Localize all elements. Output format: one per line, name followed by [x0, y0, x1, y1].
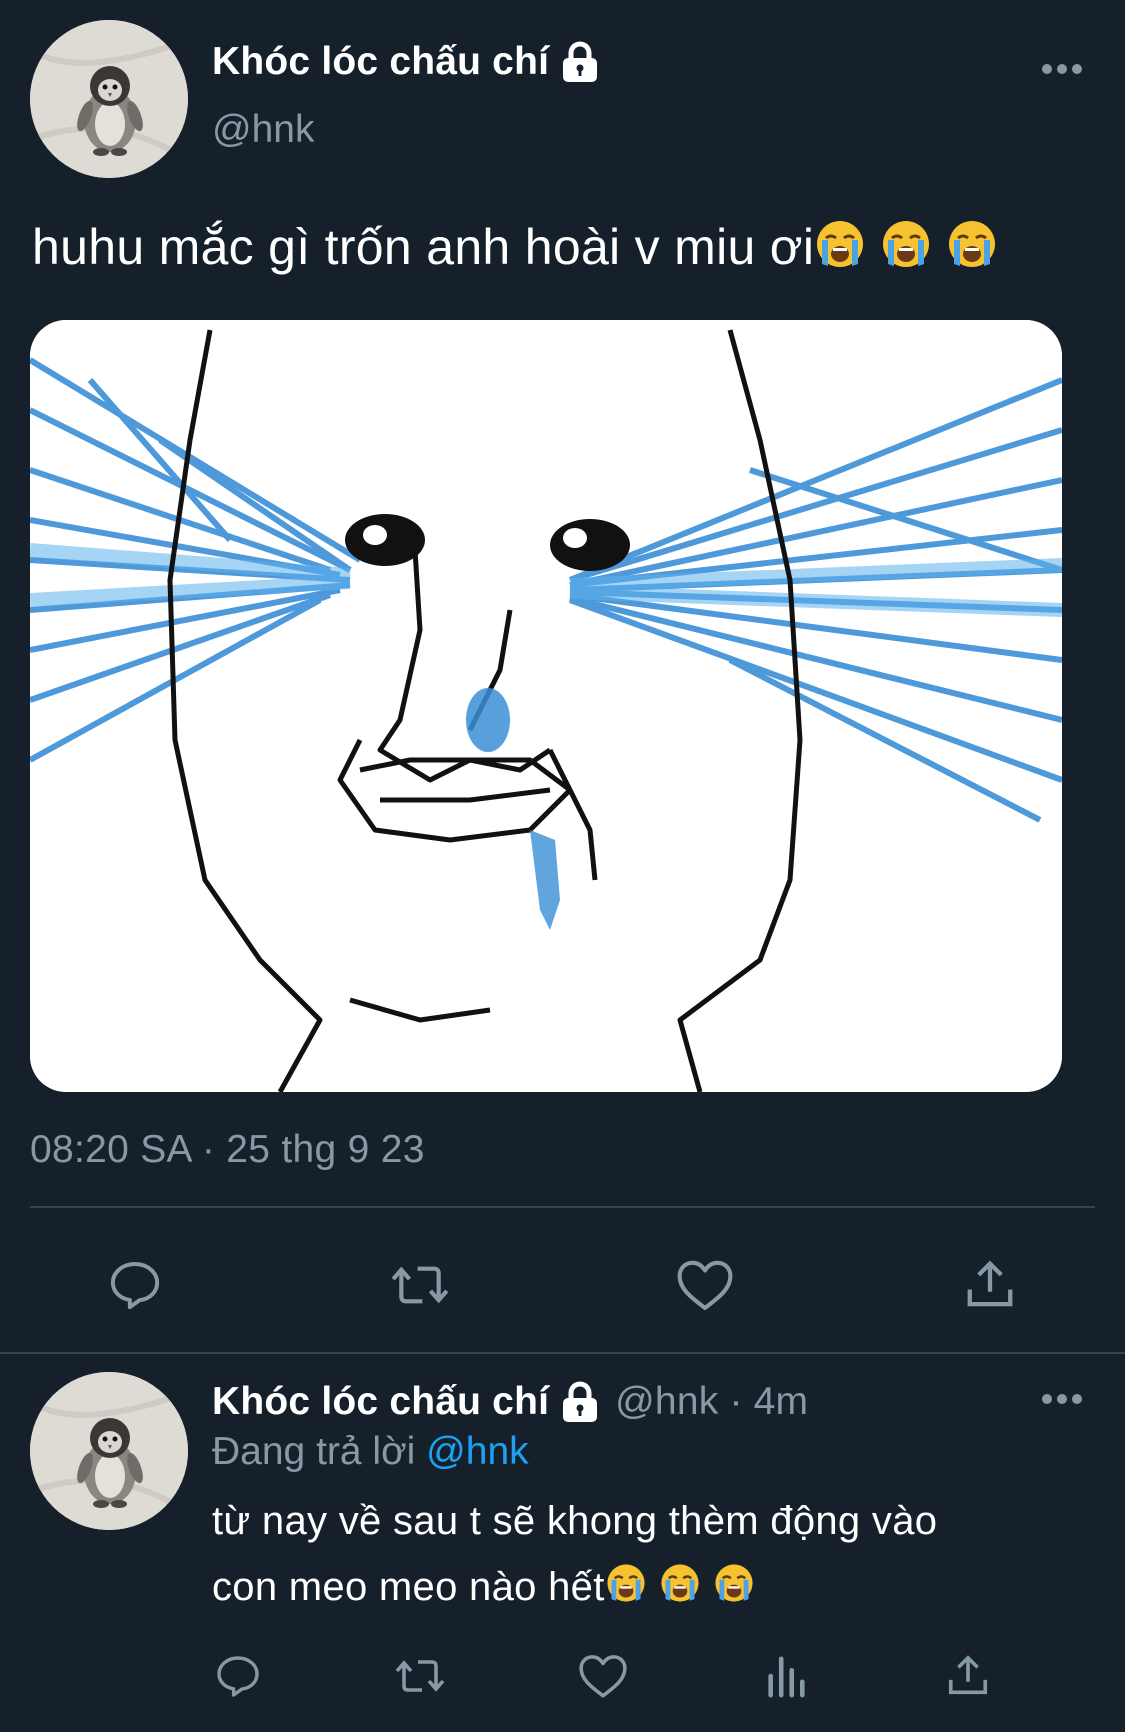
author-handle[interactable]: @hnk — [212, 108, 314, 152]
reply-icon — [110, 1262, 160, 1310]
more-horizontal-icon — [1042, 64, 1082, 74]
loudly-crying-face-icon — [607, 1564, 645, 1602]
reply-reply-button[interactable] — [210, 1648, 266, 1704]
lock-icon — [563, 1381, 598, 1422]
analytics-icon — [768, 1656, 805, 1698]
tweet-timestamp[interactable]: 08:20 SA · 25 thg 9 23 — [30, 1128, 425, 1172]
reply-analytics-button[interactable] — [758, 1648, 814, 1704]
replying-to: Đang trả lời @hnk — [212, 1430, 529, 1474]
divider — [0, 1352, 1125, 1354]
loudly-crying-face-icon — [883, 221, 930, 267]
loudly-crying-face-icon — [949, 221, 996, 267]
author-name[interactable]: Khóc lóc chấu chí — [212, 40, 599, 84]
heart-icon — [579, 1655, 627, 1698]
reply-text-line-2: con meo meo nào hết — [212, 1554, 937, 1620]
reply-text-line-2-content: con meo meo nào hết — [212, 1565, 605, 1609]
crying-face-meme-drawing — [30, 320, 1062, 1092]
retweet-icon — [395, 1660, 445, 1692]
reply-retweet-button[interactable] — [392, 1648, 448, 1704]
share-icon — [948, 1655, 988, 1695]
loudly-crying-face-icon — [715, 1564, 753, 1602]
penguin-plush-picture — [30, 20, 188, 178]
replying-to-label: Đang trả lời — [212, 1430, 416, 1473]
heart-icon — [677, 1260, 733, 1311]
author-name-text: Khóc lóc chấu chí — [212, 40, 550, 83]
more-options-button[interactable] — [1040, 62, 1084, 81]
replying-to-mention[interactable]: @hnk — [426, 1430, 528, 1473]
reply-handle-time[interactable]: @hnk · 4m — [615, 1380, 808, 1424]
share-icon — [967, 1260, 1013, 1307]
reply-author-line: Khóc lóc chấu chí @hnk · 4m — [212, 1380, 808, 1424]
reply-share-button[interactable] — [940, 1648, 996, 1704]
reply-icon — [217, 1656, 259, 1697]
reply-author-name[interactable]: Khóc lóc chấu chí — [212, 1380, 549, 1424]
divider — [30, 1206, 1095, 1208]
like-button[interactable] — [670, 1250, 740, 1320]
tweet-image[interactable] — [30, 320, 1062, 1092]
reply-like-button[interactable] — [575, 1648, 631, 1704]
reply-text: từ nay về sau t sẽ khong thèm động vào c… — [212, 1488, 937, 1620]
reply-button[interactable] — [100, 1250, 170, 1320]
reply-author-avatar[interactable] — [30, 1372, 188, 1530]
lock-icon — [563, 41, 598, 82]
loudly-crying-face-icon — [661, 1564, 699, 1602]
retweet-icon — [391, 1266, 449, 1304]
loudly-crying-face-icon — [817, 221, 864, 267]
author-avatar[interactable] — [30, 20, 188, 178]
penguin-plush-picture — [30, 1372, 188, 1530]
share-button[interactable] — [955, 1250, 1025, 1320]
tweet-text: huhu mắc gì trốn anh hoài v miu ơi — [32, 218, 998, 272]
retweet-button[interactable] — [385, 1250, 455, 1320]
more-horizontal-icon — [1042, 1394, 1082, 1404]
reply-text-line-1: từ nay về sau t sẽ khong thèm động vào — [212, 1499, 938, 1543]
reply-more-options-button[interactable] — [1040, 1392, 1084, 1411]
tweet-text-content: huhu mắc gì trốn anh hoài v miu ơi — [32, 219, 815, 275]
